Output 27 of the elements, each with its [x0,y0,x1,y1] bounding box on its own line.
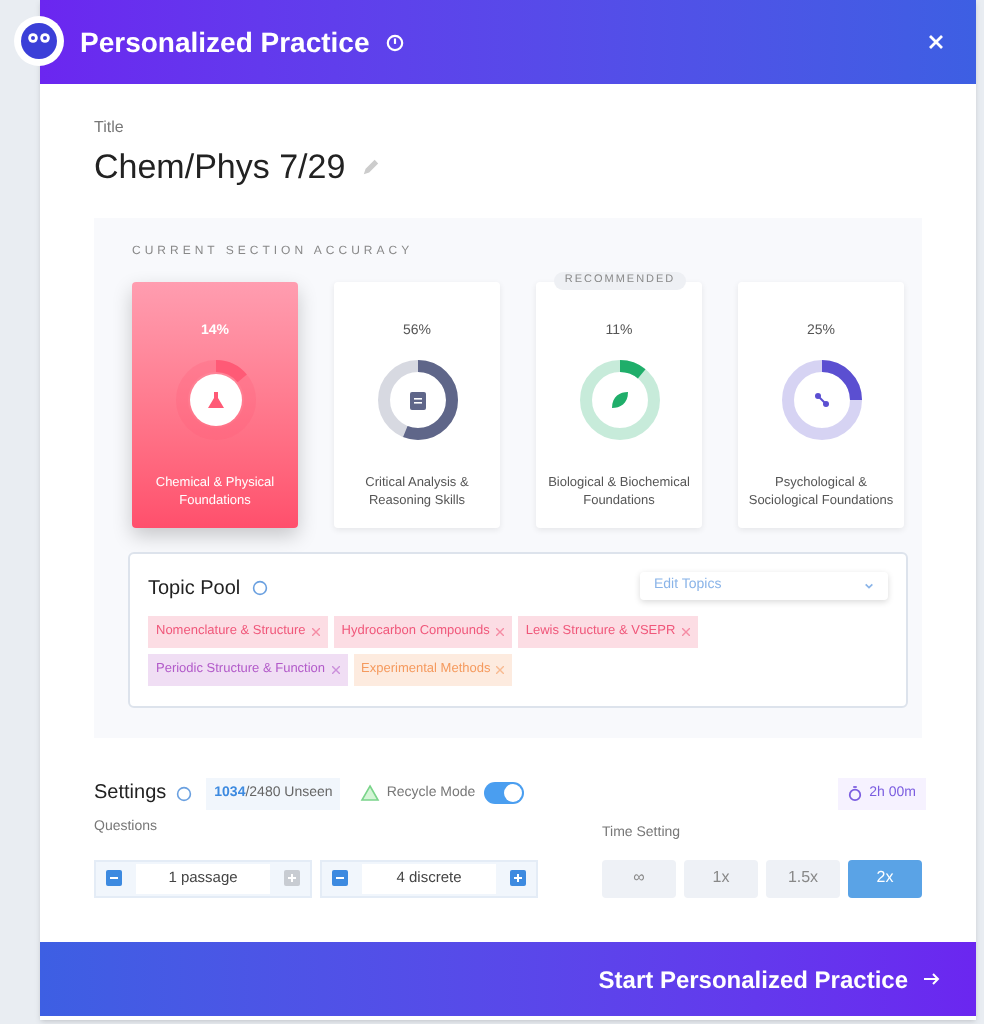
field-label: Title [94,116,126,140]
settings-title: Settings [94,780,167,809]
start-practice-button[interactable]: Start Personalized Practice [40,942,976,1016]
remove-icon[interactable] [681,627,690,635]
topic-pool-title: Topic Pool [148,575,241,603]
time-option-button[interactable]: 2x [848,859,922,897]
title-field[interactable]: Chem/Phys 7/29 [94,142,346,193]
recycle-toggle[interactable] [483,782,524,805]
close-icon[interactable] [928,34,944,50]
arrow-icon [924,972,940,986]
plus-button[interactable] [510,870,526,886]
remove-icon[interactable] [495,627,504,635]
remove-icon[interactable] [496,665,505,673]
time-option-button[interactable]: ∞ [602,859,676,897]
owl-logo-icon [14,16,64,66]
chevron-icon [864,582,874,590]
minus-button[interactable] [106,870,122,886]
modal-title: Personalized Practice [80,23,370,61]
info-icon[interactable] [385,33,404,51]
minus-button[interactable] [332,870,348,886]
pencil-icon[interactable] [361,158,380,177]
time-option-button[interactable]: 1x [684,859,758,897]
plus-button[interactable] [284,870,300,886]
stopwatch-icon [847,785,862,802]
time-option-button[interactable]: 1.5x [766,859,840,897]
remove-icon[interactable] [331,665,340,673]
remove-icon[interactable] [311,627,320,635]
